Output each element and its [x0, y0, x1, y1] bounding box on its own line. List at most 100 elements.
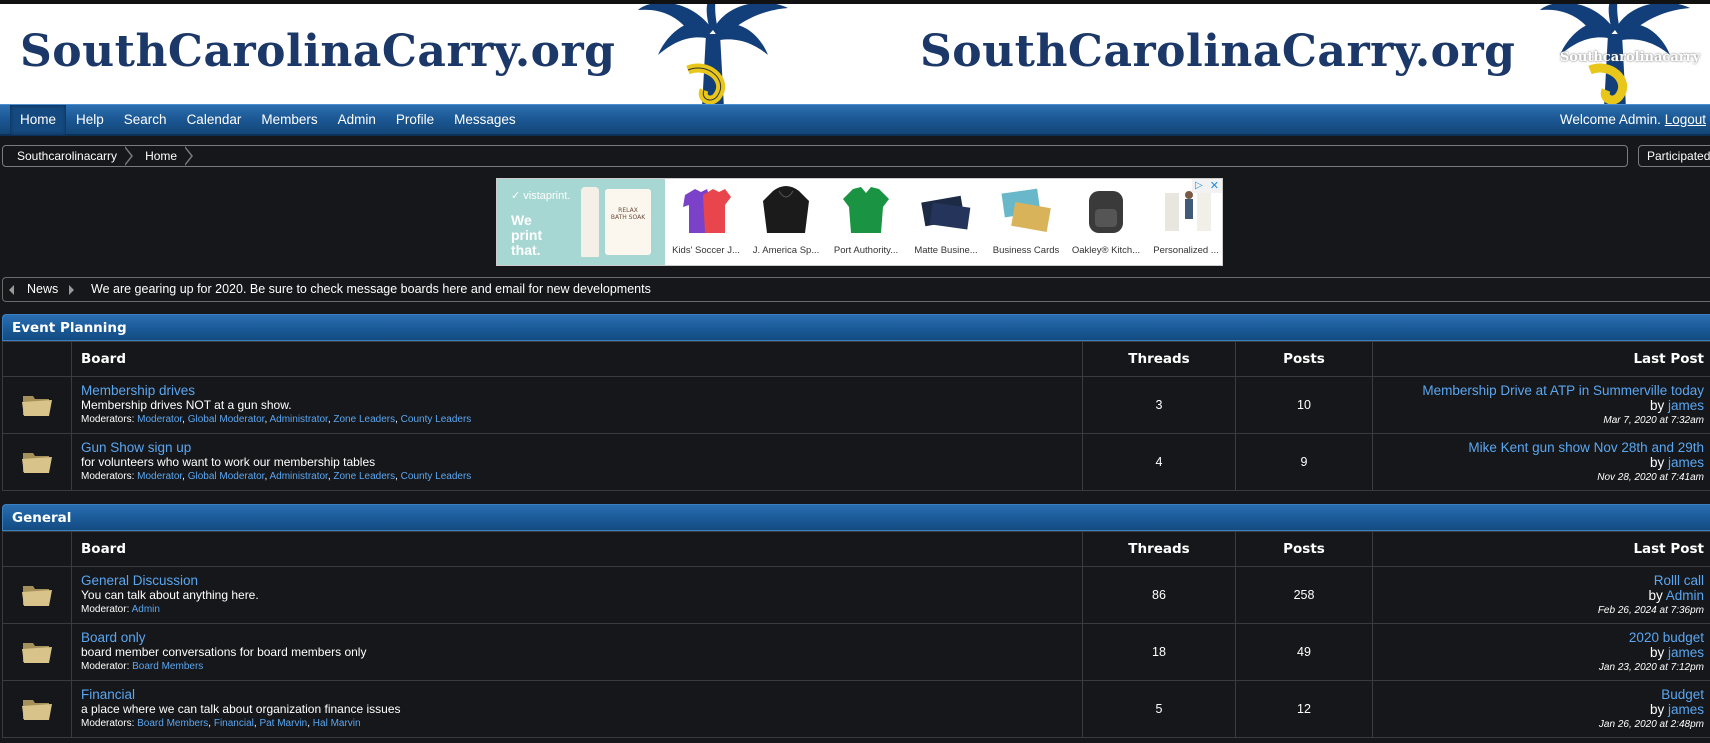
user-link[interactable]: james [1668, 702, 1704, 717]
moderator-link[interactable]: Administrator [269, 414, 327, 425]
moderator-link[interactable]: Administrator [269, 471, 327, 482]
nav-calendar[interactable]: Calendar [177, 105, 252, 135]
user-link[interactable]: james [1668, 645, 1704, 660]
board-name-link[interactable]: Board only [81, 630, 1082, 645]
nav-members[interactable]: Members [251, 105, 327, 135]
board-name-link[interactable]: General Discussion [81, 573, 1082, 588]
table-header-row: Board Threads Posts Last Post [2, 531, 1710, 567]
moderator-link[interactable]: County Leaders [401, 414, 472, 425]
ad-banner[interactable]: ✓ vistaprint. We print that. RELAX BATH … [496, 178, 1223, 266]
breadcrumb: Southcarolinacarry Home [2, 145, 1628, 167]
folder-icon [22, 585, 52, 606]
participated-button[interactable]: Participated [1638, 145, 1710, 167]
board-icon-cell [2, 623, 72, 681]
site-title-left: SouthCarolinaCarry.org [20, 26, 616, 77]
prev-arrow-icon[interactable] [9, 285, 14, 295]
ad-product-caption: Personalized ... [1153, 245, 1219, 256]
ad-product-bottle [581, 187, 599, 257]
category-title[interactable]: Event Planning [2, 314, 1710, 341]
ad-product-tile[interactable]: Kids' Soccer J... [667, 179, 745, 265]
ad-product-tile[interactable]: Port Authority... [827, 179, 905, 265]
ad-product-caption: Matte Busine... [914, 245, 978, 256]
logout-link[interactable]: Logout [1665, 112, 1706, 127]
last-post-date: Nov 28, 2020 at 7:41am [1597, 471, 1704, 483]
close-icon[interactable]: ✕ [1210, 179, 1219, 192]
moderator-link[interactable]: Zone Leaders [333, 471, 395, 482]
last-post-date: Feb 26, 2024 at 7:36pm [1597, 604, 1704, 616]
last-post-title-link[interactable]: 2020 budget [1373, 630, 1704, 645]
moderator-link[interactable]: Board Members [132, 661, 203, 672]
user-link[interactable]: james [1668, 455, 1704, 470]
thread-count: 86 [1082, 566, 1236, 624]
last-post-date: Jan 26, 2020 at 2:48pm [1598, 718, 1704, 730]
boards-table: Board Threads Posts Last Post General Di… [2, 531, 1710, 738]
hoodie-icon [763, 186, 809, 233]
board-column-header: Board [71, 531, 1083, 567]
ad-product-tile[interactable]: J. America Sp... [747, 179, 825, 265]
moderator-link[interactable]: Moderator [137, 414, 182, 425]
next-arrow-icon[interactable] [69, 285, 74, 295]
moderator-link[interactable]: Moderator [137, 471, 182, 482]
ad-product-tile[interactable]: Oakley® Kitch... [1067, 179, 1145, 265]
nav-profile[interactable]: Profile [386, 105, 444, 135]
nav-search[interactable]: Search [114, 105, 177, 135]
news-ticker: News We are gearing up for 2020. Be sure… [2, 277, 1710, 302]
last-post-column-header: Last Post [1372, 531, 1710, 567]
icon-column-header [2, 341, 72, 377]
last-post-title-link[interactable]: Membership Drive at ATP in Summerville t… [1373, 383, 1704, 398]
category-title[interactable]: General [2, 504, 1710, 531]
last-post-author: by james [1373, 455, 1704, 470]
vistaprint-logo: ✓ vistaprint. [511, 190, 571, 202]
moderator-link[interactable]: Global Moderator [188, 471, 265, 482]
board-name-link[interactable]: Gun Show sign up [81, 440, 1082, 455]
business-card-icon [921, 195, 971, 230]
ad-product-tile[interactable]: Business Cards [987, 179, 1065, 265]
board-description: board member conversations for board mem… [81, 645, 367, 659]
moderator-link[interactable]: Board Members [137, 718, 208, 729]
moderator-link[interactable]: Admin [132, 604, 160, 615]
board-name-link[interactable]: Financial [81, 687, 1082, 702]
last-post-title-link[interactable]: Budget [1373, 687, 1704, 702]
nav-home[interactable]: Home [10, 105, 67, 135]
nav-messages[interactable]: Messages [444, 105, 526, 135]
last-post-title-link[interactable]: Rolll call [1373, 573, 1704, 588]
post-count: 258 [1235, 566, 1373, 624]
site-banner[interactable]: SouthCarolinaCarry.org SouthCarolinaCarr… [0, 0, 1710, 105]
backpack-icon [1089, 191, 1123, 233]
user-link[interactable]: Admin [1666, 588, 1704, 603]
folder-icon [22, 699, 52, 720]
nav-help[interactable]: Help [66, 105, 114, 135]
ad-info-icon[interactable]: ▷ [1195, 180, 1203, 191]
board-moderators: Moderators: Moderator, Global Moderator,… [81, 414, 472, 425]
moderator-link[interactable]: Pat Marvin [259, 718, 307, 729]
posts-column-header: Posts [1235, 531, 1373, 567]
ad-vistaprint-panel[interactable]: ✓ vistaprint. We print that. RELAX BATH … [497, 179, 665, 265]
posts-column-header: Posts [1235, 341, 1373, 377]
folder-icon [22, 395, 52, 416]
category-general: General Board Threads Posts Last Post Ge… [2, 504, 1710, 738]
board-name-link[interactable]: Membership drives [81, 383, 1082, 398]
nav-admin[interactable]: Admin [328, 105, 386, 135]
breadcrumb-home[interactable]: Home [131, 146, 194, 166]
last-post-cell: 2020 budget by james Jan 23, 2020 at 7:1… [1372, 623, 1710, 681]
welcome-text: Welcome Admin. [1559, 112, 1661, 127]
moderator-link[interactable]: County Leaders [401, 471, 472, 482]
board-description: for volunteers who want to work our memb… [81, 455, 376, 469]
moderator-link[interactable]: Global Moderator [188, 414, 265, 425]
table-row: Financial a place where we can talk abou… [2, 680, 1710, 738]
moderator-link[interactable]: Financial [214, 718, 254, 729]
ad-product-caption: Business Cards [992, 245, 1060, 256]
ad-choices[interactable]: ▷ ✕ [1192, 179, 1222, 193]
user-link[interactable]: james [1668, 398, 1704, 413]
moderator-link[interactable]: Hal Marvin [313, 718, 361, 729]
ad-package-text: RELAX BATH SOAK [610, 207, 646, 221]
business-card-icon [1001, 188, 1051, 232]
breadcrumb-forum[interactable]: Southcarolinacarry [3, 146, 134, 166]
ad-product-tile[interactable]: Matte Busine... [907, 179, 985, 265]
site-title-right: SouthCarolinaCarry.org [920, 26, 1516, 77]
ad-slogan-line: We [511, 212, 532, 228]
post-count: 10 [1235, 376, 1373, 434]
moderator-link[interactable]: Zone Leaders [333, 414, 395, 425]
table-row: Gun Show sign up for volunteers who want… [2, 433, 1710, 491]
last-post-title-link[interactable]: Mike Kent gun show Nov 28th and 29th [1373, 440, 1704, 455]
